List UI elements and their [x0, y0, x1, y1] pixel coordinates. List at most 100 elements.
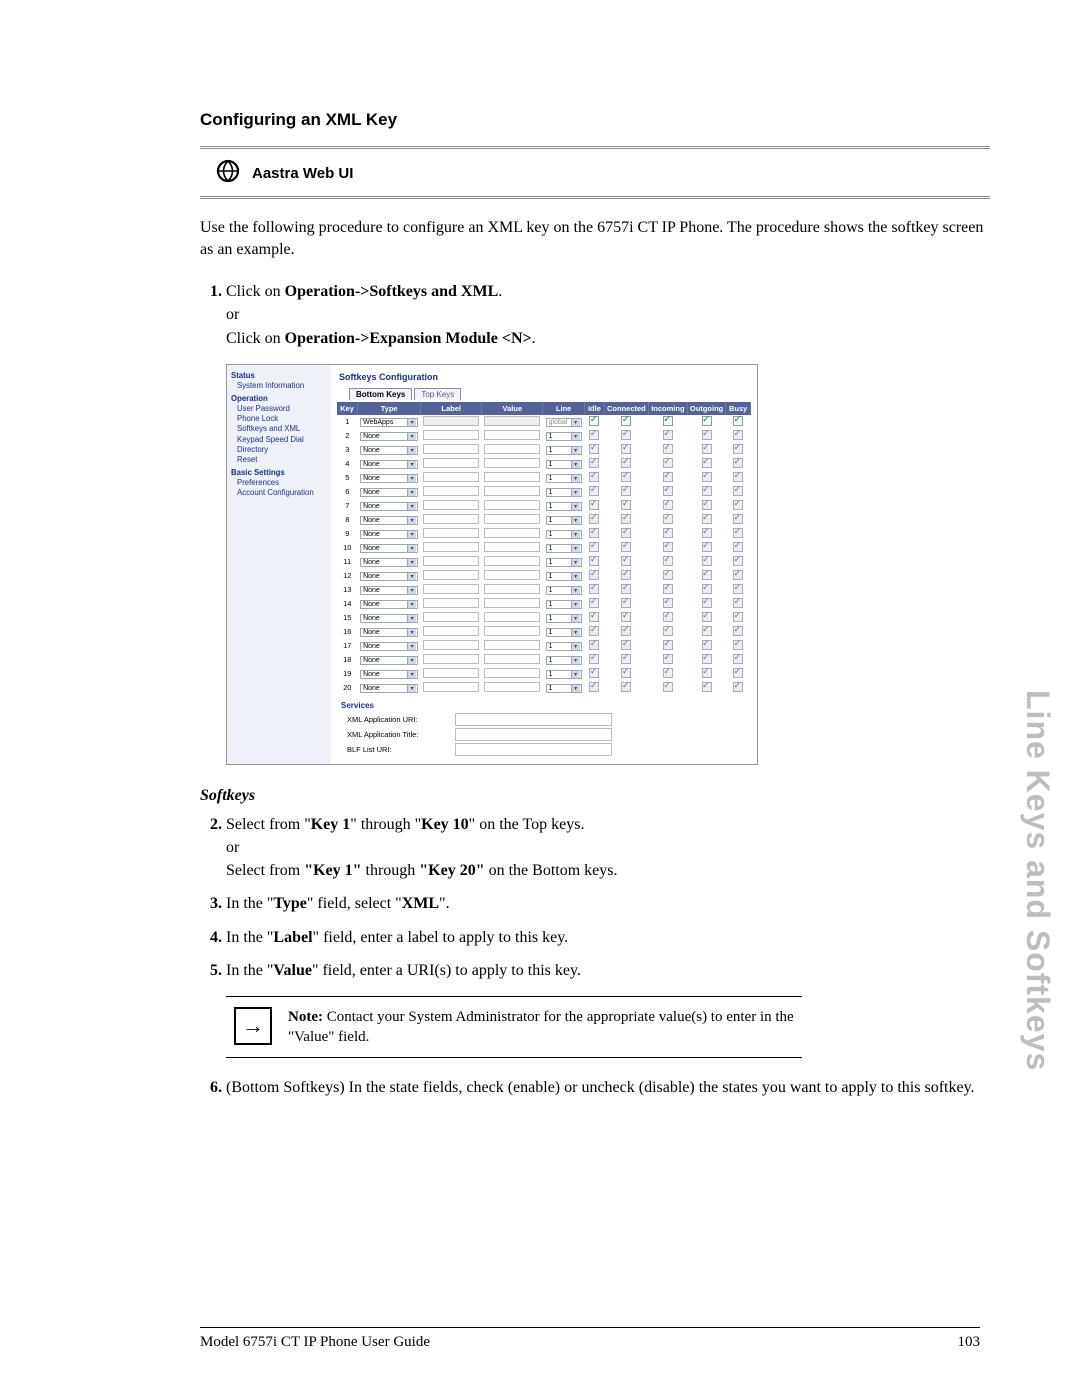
type-select[interactable]: None▾	[360, 488, 418, 497]
outgoing-checkbox[interactable]	[702, 654, 712, 664]
value-input[interactable]	[484, 542, 540, 552]
idle-checkbox[interactable]	[589, 528, 599, 538]
connected-checkbox[interactable]	[621, 584, 631, 594]
line-select[interactable]: 1▾	[546, 516, 582, 525]
line-select[interactable]: 1▾	[546, 684, 582, 693]
label-input[interactable]	[423, 416, 479, 426]
label-input[interactable]	[423, 598, 479, 608]
nav-status[interactable]: Status	[231, 371, 327, 381]
connected-checkbox[interactable]	[621, 472, 631, 482]
busy-checkbox[interactable]	[733, 556, 743, 566]
value-input[interactable]	[484, 458, 540, 468]
line-select[interactable]: 1▾	[546, 502, 582, 511]
busy-checkbox[interactable]	[733, 430, 743, 440]
value-input[interactable]	[484, 416, 540, 426]
outgoing-checkbox[interactable]	[702, 584, 712, 594]
value-input[interactable]	[484, 626, 540, 636]
connected-checkbox[interactable]	[621, 486, 631, 496]
outgoing-checkbox[interactable]	[702, 542, 712, 552]
label-input[interactable]	[423, 654, 479, 664]
incoming-checkbox[interactable]	[663, 500, 673, 510]
value-input[interactable]	[484, 682, 540, 692]
connected-checkbox[interactable]	[621, 458, 631, 468]
outgoing-checkbox[interactable]	[702, 416, 712, 426]
incoming-checkbox[interactable]	[663, 416, 673, 426]
connected-checkbox[interactable]	[621, 640, 631, 650]
busy-checkbox[interactable]	[733, 514, 743, 524]
value-input[interactable]	[484, 598, 540, 608]
busy-checkbox[interactable]	[733, 584, 743, 594]
label-input[interactable]	[423, 626, 479, 636]
busy-checkbox[interactable]	[733, 640, 743, 650]
nav-system-info[interactable]: System Information	[237, 381, 327, 391]
value-input[interactable]	[484, 612, 540, 622]
label-input[interactable]	[423, 682, 479, 692]
label-input[interactable]	[423, 612, 479, 622]
connected-checkbox[interactable]	[621, 444, 631, 454]
type-select[interactable]: None▾	[360, 432, 418, 441]
busy-checkbox[interactable]	[733, 472, 743, 482]
tab-top-keys[interactable]: Top Keys	[414, 388, 461, 400]
label-input[interactable]	[423, 444, 479, 454]
outgoing-checkbox[interactable]	[702, 430, 712, 440]
line-select[interactable]: 1▾	[546, 572, 582, 581]
type-select[interactable]: None▾	[360, 642, 418, 651]
line-select[interactable]: 1▾	[546, 614, 582, 623]
value-input[interactable]	[484, 528, 540, 538]
line-select[interactable]: global▾	[546, 418, 582, 427]
nav-preferences[interactable]: Preferences	[237, 478, 327, 488]
value-input[interactable]	[484, 444, 540, 454]
busy-checkbox[interactable]	[733, 598, 743, 608]
connected-checkbox[interactable]	[621, 570, 631, 580]
idle-checkbox[interactable]	[589, 514, 599, 524]
type-select[interactable]: None▾	[360, 572, 418, 581]
line-select[interactable]: 1▾	[546, 628, 582, 637]
line-select[interactable]: 1▾	[546, 670, 582, 679]
idle-checkbox[interactable]	[589, 640, 599, 650]
type-select[interactable]: None▾	[360, 614, 418, 623]
connected-checkbox[interactable]	[621, 542, 631, 552]
label-input[interactable]	[423, 458, 479, 468]
incoming-checkbox[interactable]	[663, 668, 673, 678]
type-select[interactable]: None▾	[360, 530, 418, 539]
label-input[interactable]	[423, 472, 479, 482]
tab-bottom-keys[interactable]: Bottom Keys	[349, 388, 412, 400]
value-input[interactable]	[484, 570, 540, 580]
value-input[interactable]	[484, 472, 540, 482]
outgoing-checkbox[interactable]	[702, 472, 712, 482]
label-input[interactable]	[423, 584, 479, 594]
incoming-checkbox[interactable]	[663, 626, 673, 636]
busy-checkbox[interactable]	[733, 486, 743, 496]
input-blf-list-uri[interactable]	[455, 743, 612, 756]
outgoing-checkbox[interactable]	[702, 486, 712, 496]
idle-checkbox[interactable]	[589, 598, 599, 608]
nav-user-password[interactable]: User Password	[237, 404, 327, 414]
input-xml-app-title[interactable]	[455, 728, 612, 741]
connected-checkbox[interactable]	[621, 682, 631, 692]
type-select[interactable]: None▾	[360, 628, 418, 637]
label-input[interactable]	[423, 640, 479, 650]
value-input[interactable]	[484, 654, 540, 664]
line-select[interactable]: 1▾	[546, 432, 582, 441]
incoming-checkbox[interactable]	[663, 640, 673, 650]
idle-checkbox[interactable]	[589, 682, 599, 692]
incoming-checkbox[interactable]	[663, 598, 673, 608]
incoming-checkbox[interactable]	[663, 486, 673, 496]
idle-checkbox[interactable]	[589, 654, 599, 664]
idle-checkbox[interactable]	[589, 626, 599, 636]
connected-checkbox[interactable]	[621, 598, 631, 608]
outgoing-checkbox[interactable]	[702, 598, 712, 608]
line-select[interactable]: 1▾	[546, 558, 582, 567]
incoming-checkbox[interactable]	[663, 654, 673, 664]
type-select[interactable]: None▾	[360, 558, 418, 567]
nav-account-config[interactable]: Account Configuration	[237, 488, 327, 498]
idle-checkbox[interactable]	[589, 486, 599, 496]
incoming-checkbox[interactable]	[663, 556, 673, 566]
connected-checkbox[interactable]	[621, 668, 631, 678]
type-select[interactable]: None▾	[360, 446, 418, 455]
input-xml-app-uri[interactable]	[455, 713, 612, 726]
busy-checkbox[interactable]	[733, 626, 743, 636]
nav-directory[interactable]: Directory	[237, 445, 327, 455]
value-input[interactable]	[484, 514, 540, 524]
busy-checkbox[interactable]	[733, 458, 743, 468]
